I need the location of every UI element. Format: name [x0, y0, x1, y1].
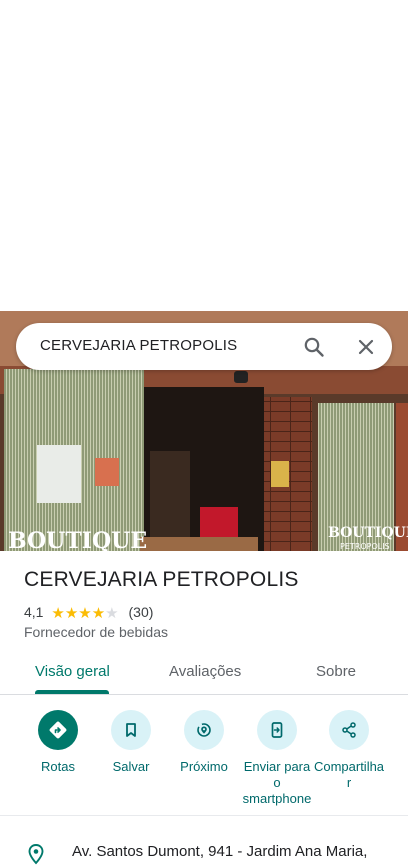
star-icon: ★	[78, 604, 92, 622]
search-bar[interactable]: CERVEJARIA PETROPOLIS	[16, 323, 392, 370]
search-input[interactable]: CERVEJARIA PETROPOLIS	[40, 337, 237, 354]
search-icon[interactable]	[302, 335, 326, 359]
nearby-circle[interactable]	[184, 710, 224, 750]
divider	[0, 694, 408, 695]
send-to-phone-circle[interactable]	[257, 710, 297, 750]
send-to-phone-label-line: Enviar para	[243, 759, 311, 774]
rating-value: 4,1	[24, 604, 44, 621]
star-icon: ★	[91, 604, 106, 622]
place-title: CERVEJARIA PETROPOLIS	[24, 568, 299, 591]
save-button[interactable]: Salvar	[91, 710, 171, 775]
directions-circle[interactable]	[38, 710, 78, 750]
divider	[0, 815, 408, 816]
review-count: (30)	[128, 604, 154, 621]
save-label: Salvar	[112, 759, 150, 774]
send-to-phone-icon	[271, 722, 283, 738]
share-label-line: r	[346, 775, 352, 790]
share-label: Compartilha r	[309, 759, 389, 791]
star-icon: ★	[51, 604, 65, 622]
tab-reviews[interactable]: Avaliações	[169, 663, 241, 680]
boutique-sign-right-sub: PETROPOLIS	[340, 542, 390, 551]
share-label-line: Compartilha	[313, 759, 385, 774]
rating-stars: ★★★★★	[51, 604, 118, 621]
tab-overview[interactable]: Visão geral	[35, 663, 110, 680]
nearby-label: Próximo	[180, 759, 228, 774]
send-to-phone-label-line: o	[273, 775, 281, 790]
directions-label: Rotas	[41, 759, 75, 774]
boutique-sign-right: BOUTIQUE	[328, 525, 408, 541]
share-icon	[342, 722, 356, 738]
share-circle[interactable]	[329, 710, 369, 750]
bookmark-icon	[126, 723, 136, 737]
close-icon[interactable]	[354, 335, 378, 359]
send-to-phone-button[interactable]: Enviar para o smartphone	[237, 710, 317, 807]
place-category: Fornecedor de bebidas	[24, 624, 168, 640]
directions-button[interactable]: Rotas	[18, 710, 98, 775]
nearby-icon	[197, 723, 211, 737]
rating-row[interactable]: 4,1 ★★★★★ (30)	[24, 603, 153, 621]
address-text[interactable]: Av. Santos Dumont, 941 - Jardim Ana Mari…	[72, 843, 367, 860]
save-circle[interactable]	[111, 710, 151, 750]
send-to-phone-label-line: smartphone	[242, 791, 312, 806]
star-icon: ★	[64, 604, 79, 622]
share-button[interactable]: Compartilha r	[309, 710, 389, 791]
tab-about[interactable]: Sobre	[316, 663, 356, 680]
send-to-phone-label: Enviar para o smartphone	[237, 759, 317, 807]
blank-area	[0, 0, 408, 311]
directions-icon	[49, 721, 67, 739]
star-empty-icon: ★	[105, 604, 119, 622]
nearby-button[interactable]: Próximo	[164, 710, 244, 775]
boutique-sign-left: BOUTIQUE	[8, 528, 147, 551]
